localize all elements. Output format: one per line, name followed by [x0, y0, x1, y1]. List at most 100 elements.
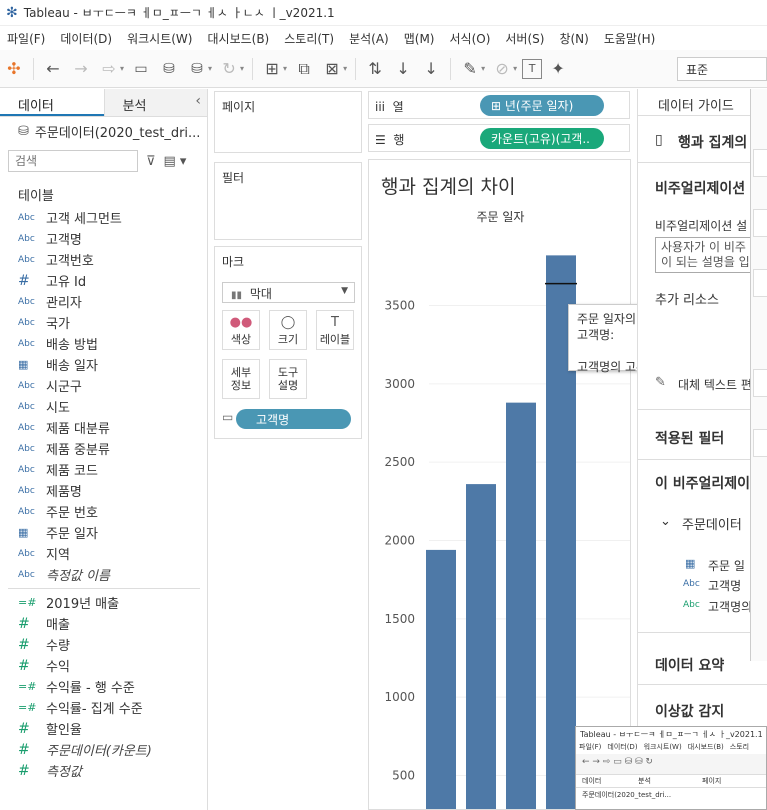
edge-button[interactable] [753, 429, 767, 457]
field-item[interactable]: ▦ 배송 일자 [0, 354, 207, 375]
edge-button[interactable] [753, 209, 767, 237]
field-item[interactable]: =# 2019년 매출 [0, 592, 207, 613]
mark-button[interactable]: ⋯세부 정보 [222, 359, 260, 399]
string-type-icon: Abc [18, 233, 35, 244]
field-item[interactable]: # 수량 [0, 634, 207, 655]
field-label: 지역 [46, 548, 70, 563]
window-thumbnail[interactable]: Tableau - ㅂㅜㄷㅡㅋ ㅔㅁ_ㅍㅡㄱ ㅔㅅ ㅏ_v2021.1 파일(F… [575, 726, 767, 810]
date-type-icon: ▦ [18, 526, 29, 539]
field-item[interactable]: Abc 고객번호 [0, 249, 207, 270]
mark-button-label: 색상 [230, 333, 252, 346]
field-item[interactable]: # 측정값 [0, 760, 207, 781]
field-item[interactable]: Abc 시도 [0, 396, 207, 417]
tableau-home-icon[interactable]: ✣ [2, 57, 26, 81]
field-label: 제품명 [46, 485, 82, 500]
sort-ascending-icon[interactable]: ↓ [391, 57, 415, 81]
field-item[interactable]: Abc 제품 중분류 [0, 438, 207, 459]
fit-select[interactable]: 표준 [677, 57, 767, 81]
view-options-icon[interactable]: ▤ ▾ [164, 154, 187, 169]
undo-icon[interactable]: ← [41, 57, 65, 81]
collapse-pane-icon[interactable]: ‹ [195, 93, 201, 109]
menu-item[interactable]: 스토리(T) [277, 30, 342, 47]
mark-type-select[interactable]: ▮▮ 막대 ▼ [222, 282, 355, 303]
fix-axes-icon[interactable]: ✦ [546, 57, 570, 81]
menu-item[interactable]: 분석(A) [342, 30, 397, 47]
filter-icon[interactable]: ⊽ [146, 154, 156, 169]
field-item[interactable]: Abc 제품 코드 [0, 459, 207, 480]
chevron-down-icon[interactable]: ⌄ [660, 514, 671, 529]
field-item[interactable]: # 매출 [0, 613, 207, 634]
field-search-input[interactable] [8, 150, 138, 172]
field-item[interactable]: # 할인율 [0, 718, 207, 739]
mark-button[interactable]: ◯ 크기 [269, 310, 307, 350]
refresh-icon[interactable]: ↻ [217, 57, 241, 81]
replay-icon[interactable]: ⇨ [97, 57, 121, 81]
rows-shelf[interactable]: ☰ 행 카운트(고유)(고객.. [368, 124, 630, 152]
field-item[interactable]: Abc 시군구 [0, 375, 207, 396]
mark-button[interactable]: ▭도구 설명 [269, 359, 307, 399]
edge-button[interactable] [753, 269, 767, 297]
menu-item[interactable]: 데이터(D) [53, 30, 120, 47]
field-item[interactable]: # 주문데이터(카운트) [0, 739, 207, 760]
field-item[interactable]: # 고유 Id [0, 270, 207, 291]
clear-sheet-icon[interactable]: ⊠ [320, 57, 344, 81]
edge-button[interactable] [753, 369, 767, 397]
bar[interactable] [466, 484, 496, 810]
field-item[interactable]: Abc 지역 [0, 543, 207, 564]
menu-item[interactable]: 파일(F) [0, 30, 53, 47]
pages-card[interactable]: 페이지 [214, 91, 362, 153]
field-item[interactable]: Abc 배송 방법 [0, 333, 207, 354]
tab-data[interactable]: 데이터 [0, 89, 104, 116]
menu-item[interactable]: 맵(M) [397, 30, 443, 47]
datasource-group[interactable]: 주문데이터 [682, 514, 742, 533]
duplicate-sheet-icon[interactable]: ⧉ [292, 57, 316, 81]
edge-button[interactable] [753, 149, 767, 177]
columns-pill[interactable]: ⊞ 년(주문 일자) [480, 95, 604, 116]
columns-shelf[interactable]: iii 열 ⊞ 년(주문 일자) [368, 91, 630, 119]
sheet-name: 행과 집계의 [678, 135, 748, 151]
rows-pill[interactable]: 카운트(고유)(고객.. [480, 128, 604, 149]
data-summary-title: 데이터 요약 [655, 658, 725, 674]
field-item[interactable]: # 수익 [0, 655, 207, 676]
menu-item[interactable]: 서버(S) [498, 30, 552, 47]
field-item[interactable]: Abc 제품명 [0, 480, 207, 501]
menu-item[interactable]: 대시보드(B) [200, 30, 277, 47]
field-item[interactable]: Abc 관리자 [0, 291, 207, 312]
mark-button-icon: ●● [229, 315, 253, 330]
menu-item[interactable]: 서식(O) [443, 30, 499, 47]
group-members-icon[interactable]: ⊘ [490, 57, 514, 81]
field-item[interactable]: =# 수익률 - 행 수준 [0, 676, 207, 697]
bar[interactable] [506, 402, 536, 810]
new-datasource-icon[interactable]: ⛁ [157, 57, 181, 81]
highlight-icon[interactable]: ✎ [458, 57, 482, 81]
pages-title: 페이지 [222, 100, 256, 114]
new-worksheet-icon[interactable]: ⊞ [260, 57, 284, 81]
mark-button[interactable]: ●● 색상 [222, 310, 260, 350]
y-tick-label: 1500 [384, 612, 415, 626]
field-item[interactable]: Abc 주문 번호 [0, 501, 207, 522]
redo-icon[interactable]: → [69, 57, 93, 81]
field-item[interactable]: Abc 국가 [0, 312, 207, 333]
save-icon[interactable]: ▭ [129, 57, 153, 81]
field-item[interactable]: ▦ 주문 일자 [0, 522, 207, 543]
mark-button[interactable]: T 레이블 [316, 310, 354, 350]
mark-pill-customer[interactable]: 고객명 [236, 409, 351, 429]
field-item[interactable]: Abc 측정값 이름 [0, 564, 207, 585]
filters-card[interactable]: 필터 [214, 162, 362, 240]
swap-rows-columns-icon[interactable]: ⇅ [363, 57, 387, 81]
alt-text-link[interactable]: 대체 텍스트 편 [678, 376, 752, 393]
datasource-item[interactable]: ⛁ 주문데이터(2020_test_dri... [0, 117, 207, 145]
menu-item[interactable]: 창(N) [552, 30, 596, 47]
field-item[interactable]: Abc 제품 대분류 [0, 417, 207, 438]
show-mark-labels-icon[interactable]: T [522, 58, 543, 79]
menu-item[interactable]: 도움말(H) [597, 30, 664, 47]
thumbnail-menu-item: 파일(F) [579, 743, 602, 751]
field-item[interactable]: Abc 고객 세그먼트 [0, 207, 207, 228]
field-item[interactable]: =# 수익률- 집계 수준 [0, 697, 207, 718]
sort-descending-icon[interactable]: ↓ [419, 57, 443, 81]
menu-item[interactable]: 워크시트(W) [120, 30, 200, 47]
tab-analysis[interactable]: 분석 [103, 89, 207, 116]
field-item[interactable]: Abc 고객명 [0, 228, 207, 249]
bar[interactable] [426, 549, 456, 810]
pause-updates-icon[interactable]: ⛁ [185, 57, 209, 81]
